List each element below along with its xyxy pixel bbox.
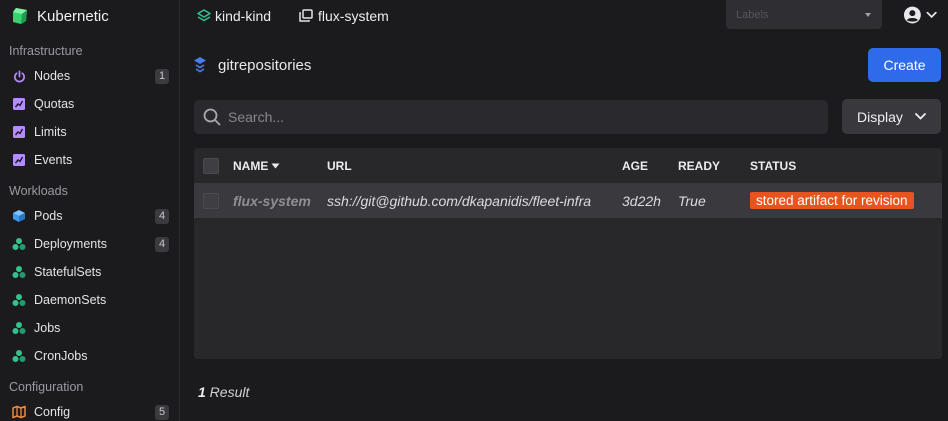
chart-icon bbox=[12, 97, 26, 111]
caret-down-icon bbox=[865, 13, 871, 17]
power-icon bbox=[12, 69, 26, 83]
user-circle-icon bbox=[903, 6, 921, 24]
cell-url: ssh://git@github.com/dkapanidis/fleet-in… bbox=[327, 192, 592, 209]
status-badge: stored artifact for revision bbox=[750, 192, 914, 209]
count-badge: 1 bbox=[155, 68, 169, 84]
cubes-icon bbox=[12, 293, 26, 307]
chart-icon bbox=[12, 153, 26, 167]
sidebar-item-pods[interactable]: Pods 4 bbox=[0, 204, 180, 228]
column-header-name[interactable]: NAME bbox=[233, 148, 280, 183]
sidebar-item-daemonsets[interactable]: DaemonSets bbox=[0, 288, 180, 312]
namespace-name: flux-system bbox=[318, 8, 389, 24]
section-title-workloads: Workloads bbox=[9, 184, 68, 198]
sidebar-item-label: Quotas bbox=[34, 97, 75, 111]
app-name: Kubernetic bbox=[37, 7, 109, 25]
display-label: Display bbox=[857, 108, 903, 125]
cell-age: 3d22h bbox=[622, 192, 661, 209]
sidebar-item-cronjobs[interactable]: CronJobs bbox=[0, 344, 180, 368]
chart-icon bbox=[12, 125, 26, 139]
cell-ready: True bbox=[678, 192, 706, 209]
cube-icon bbox=[12, 209, 26, 223]
sidebar: Kubernetic Infrastructure Nodes 1 Quotas… bbox=[0, 0, 180, 421]
cubes-icon bbox=[12, 265, 26, 279]
flux-icon bbox=[194, 56, 206, 72]
sidebar-item-label: Pods bbox=[34, 209, 63, 223]
sidebar-item-nodes[interactable]: Nodes 1 bbox=[0, 64, 180, 88]
search-input[interactable] bbox=[228, 100, 818, 134]
result-count-suffix: Result bbox=[205, 384, 250, 400]
create-button[interactable]: Create bbox=[868, 48, 941, 82]
sidebar-item-config[interactable]: Config 5 bbox=[0, 400, 180, 421]
copy-icon bbox=[299, 9, 313, 22]
count-badge: 4 bbox=[155, 208, 169, 224]
count-badge: 4 bbox=[155, 236, 169, 252]
cluster-selector[interactable]: kind-kind bbox=[197, 6, 271, 26]
resource-table: NAME URL AGE READY STATUS flux-system ss… bbox=[194, 148, 942, 359]
map-icon bbox=[12, 405, 26, 419]
labels-placeholder: Labels bbox=[736, 8, 769, 21]
namespace-selector[interactable]: flux-system bbox=[298, 6, 389, 26]
cubes-icon bbox=[12, 237, 26, 251]
row-checkbox[interactable] bbox=[203, 193, 219, 209]
sidebar-item-quotas[interactable]: Quotas bbox=[0, 92, 180, 116]
chevron-down-icon bbox=[926, 11, 937, 19]
table-header: NAME URL AGE READY STATUS bbox=[194, 148, 942, 183]
sidebar-item-label: CronJobs bbox=[34, 349, 88, 363]
sidebar-item-label: Deployments bbox=[34, 237, 107, 251]
search-bar bbox=[194, 100, 828, 134]
display-button[interactable]: Display bbox=[842, 99, 941, 134]
count-badge: 5 bbox=[155, 404, 169, 420]
column-header-status[interactable]: STATUS bbox=[750, 148, 796, 183]
sidebar-item-statefulsets[interactable]: StatefulSets bbox=[0, 260, 180, 284]
select-all-checkbox[interactable] bbox=[203, 158, 219, 174]
sidebar-item-label: StatefulSets bbox=[34, 265, 102, 279]
section-title-configuration: Configuration bbox=[9, 380, 84, 394]
section-title-infrastructure: Infrastructure bbox=[9, 44, 83, 58]
sidebar-item-label: Events bbox=[34, 153, 73, 167]
kubernetic-logo-icon bbox=[13, 8, 27, 24]
result-count: 1 Result bbox=[198, 384, 249, 400]
sidebar-item-deployments[interactable]: Deployments 4 bbox=[0, 232, 180, 256]
layers-icon bbox=[197, 9, 211, 22]
sidebar-item-label: Limits bbox=[34, 125, 67, 139]
sidebar-item-jobs[interactable]: Jobs bbox=[0, 316, 180, 340]
column-header-ready[interactable]: READY bbox=[678, 148, 720, 183]
page-title-text: gitrepositories bbox=[218, 56, 312, 74]
column-header-url[interactable]: URL bbox=[327, 148, 352, 183]
column-header-age[interactable]: AGE bbox=[622, 148, 648, 183]
sidebar-item-limits[interactable]: Limits bbox=[0, 120, 180, 144]
cell-name[interactable]: flux-system bbox=[233, 183, 311, 218]
sidebar-item-events[interactable]: Events bbox=[0, 148, 180, 172]
sidebar-item-label: Jobs bbox=[34, 321, 61, 335]
sidebar-item-label: Nodes bbox=[34, 69, 71, 83]
cluster-name: kind-kind bbox=[215, 8, 272, 24]
sidebar-item-label: Config bbox=[34, 405, 71, 419]
page-title: gitrepositories bbox=[194, 56, 311, 74]
brand[interactable]: Kubernetic bbox=[10, 6, 109, 26]
labels-select[interactable]: Labels bbox=[726, 0, 882, 29]
cubes-icon bbox=[12, 349, 26, 363]
search-icon bbox=[203, 108, 221, 126]
result-count-number: 1 bbox=[198, 384, 206, 400]
user-menu-button[interactable] bbox=[903, 5, 937, 25]
chevron-down-icon bbox=[915, 113, 926, 120]
sort-down-icon bbox=[271, 163, 280, 168]
table-row[interactable]: flux-system ssh://git@github.com/dkapani… bbox=[194, 183, 942, 218]
sidebar-item-label: DaemonSets bbox=[34, 293, 107, 307]
cubes-icon bbox=[12, 321, 26, 335]
